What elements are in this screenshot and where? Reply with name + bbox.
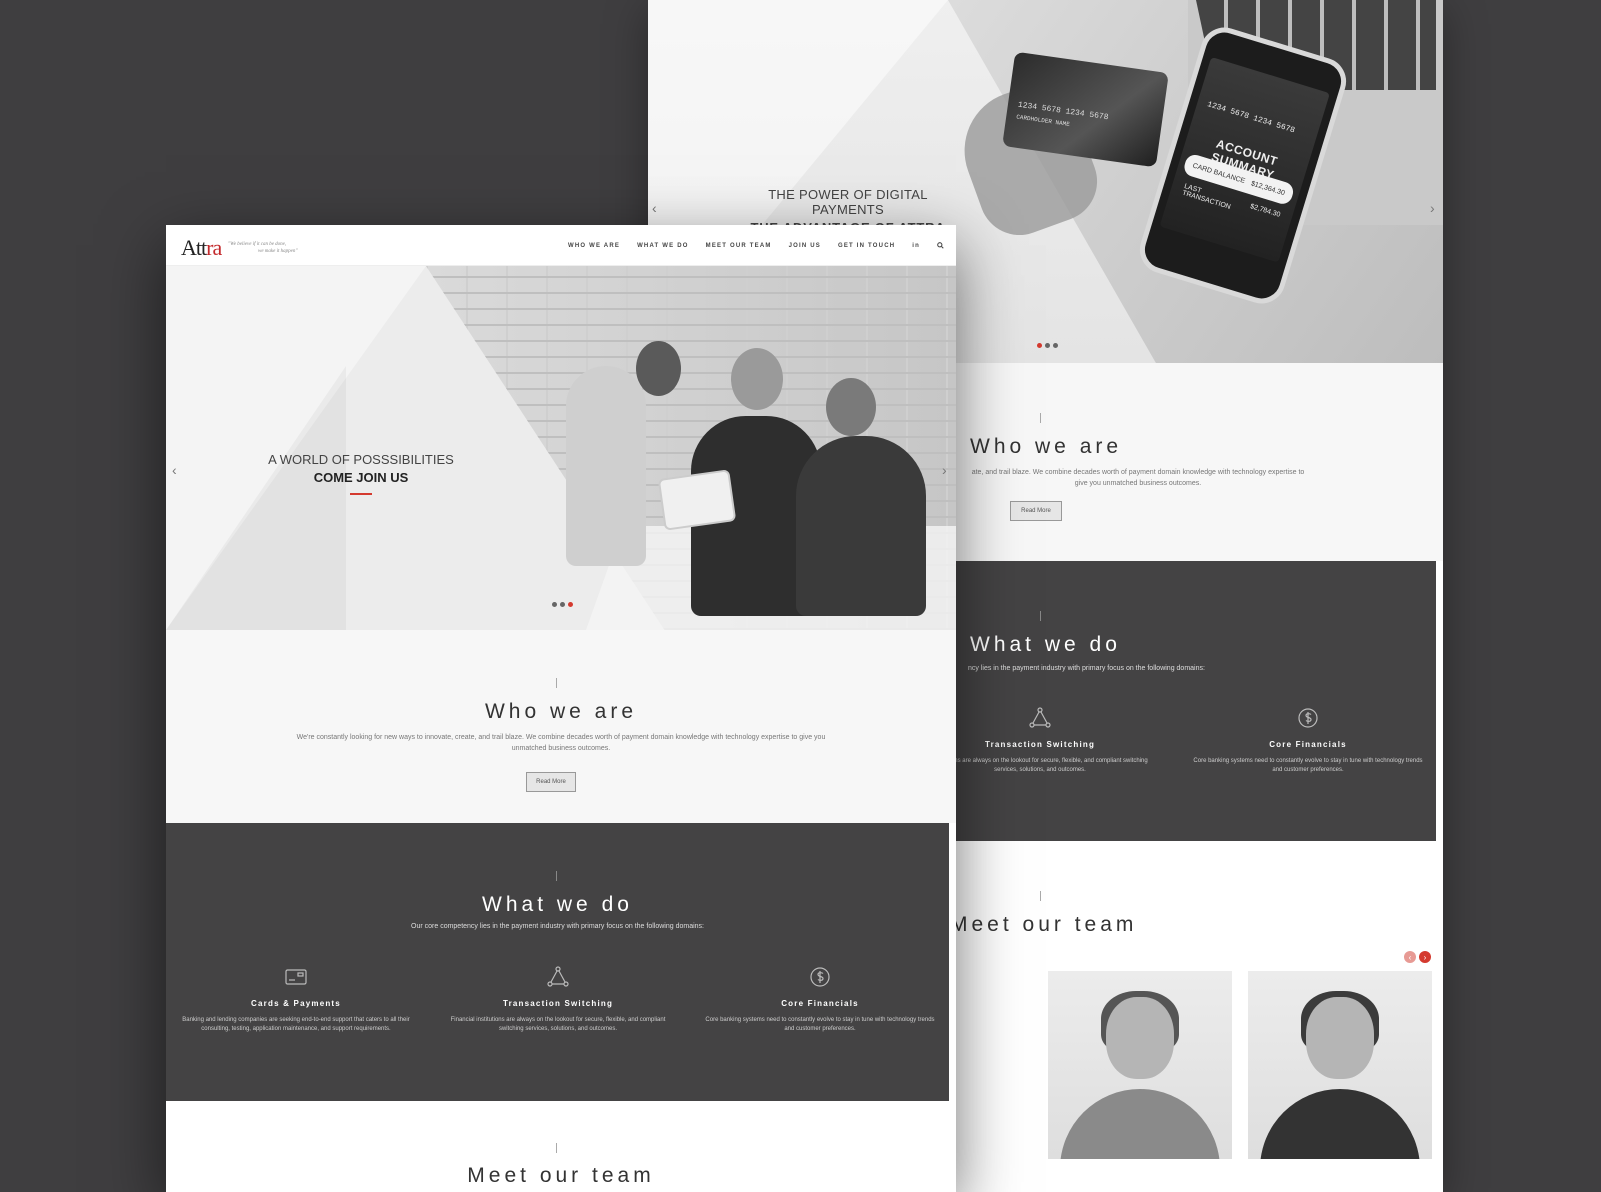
- hero-accent-bar: [350, 493, 372, 495]
- hero-prev-arrow[interactable]: ‹: [172, 462, 177, 478]
- section-title: What we do: [482, 893, 633, 916]
- logo-accent: ra: [206, 235, 222, 260]
- member-photo: [1106, 997, 1174, 1079]
- team-member-card[interactable]: [1048, 971, 1232, 1159]
- team-member-card[interactable]: [1248, 971, 1432, 1159]
- hero-caption: A WORLD OF POSSSIBILITIES COME JOIN US: [261, 452, 461, 495]
- read-more-button[interactable]: Read More: [526, 772, 576, 792]
- front-page-mockup: Attra "We believe if it can be done, we …: [166, 225, 956, 1192]
- section-title: Meet our team: [467, 1164, 655, 1187]
- section-divider: [556, 1143, 557, 1153]
- front-what-we-do-section: What we do Our core competency lies in t…: [166, 823, 949, 1101]
- slider-dot[interactable]: [552, 602, 557, 607]
- slider-dot[interactable]: [568, 602, 573, 607]
- member-body: [1060, 1089, 1220, 1159]
- person-image: [566, 366, 646, 566]
- slider-dot[interactable]: [1053, 343, 1058, 348]
- card-balance-value: $12,364.30: [1250, 179, 1286, 197]
- dollar-coin-icon: [810, 967, 830, 987]
- section-subtitle: Our core competency lies in the payment …: [411, 923, 704, 930]
- feature-title: Core Financials: [781, 999, 859, 1008]
- feature-title: Transaction Switching: [984, 740, 1096, 749]
- nav-join-us[interactable]: JOIN US: [789, 243, 821, 249]
- nav-meet-our-team[interactable]: MEET OUR TEAM: [706, 243, 772, 249]
- section-divider: [556, 678, 557, 688]
- section-divider: [1040, 891, 1041, 901]
- tablet-image: [657, 469, 737, 531]
- credit-card-icon: [285, 969, 307, 985]
- feature-core-financials: Core Financials Core banking systems nee…: [700, 965, 940, 1034]
- feature-text: Core banking systems need to constantly …: [705, 1017, 935, 1032]
- slider-dots: [1037, 343, 1058, 348]
- last-transaction-value: $2,784.30: [1249, 203, 1282, 219]
- hero-decor-triangle: [166, 366, 346, 630]
- feature-transaction-switching: Transaction Switching institutions are a…: [920, 706, 1160, 775]
- section-title: Who we are: [484, 700, 638, 723]
- section-text: We're constantly looking for new ways to…: [296, 734, 826, 752]
- network-icon: [547, 966, 569, 987]
- front-meet-our-team-section: Meet our team: [166, 1101, 956, 1192]
- tagline-line-2: we make it happen": [258, 249, 298, 254]
- feature-title: Transaction Switching: [502, 999, 614, 1008]
- feature-title: Cards & Payments: [251, 999, 341, 1008]
- person-image: [796, 436, 926, 616]
- hero-next-arrow[interactable]: ›: [1430, 200, 1435, 216]
- nav-what-we-do[interactable]: WHAT WE DO: [637, 243, 689, 249]
- person-head-image: [731, 348, 783, 410]
- section-text: ate, and trail blaze. We combine decades…: [971, 469, 1305, 487]
- hero-line-1: THE POWER OF DIGITAL PAYMENTS: [768, 187, 928, 217]
- feature-core-financials: Core Financials Core banking systems nee…: [1188, 706, 1428, 775]
- member-photo: [1306, 997, 1374, 1079]
- section-title: Meet our team: [950, 913, 1138, 936]
- feature-text: Core banking systems need to constantly …: [1193, 758, 1423, 773]
- hero-line-2: COME JOIN US: [313, 470, 409, 485]
- slider-dots: [552, 602, 573, 607]
- main-menu: WHO WE ARE WHAT WE DO MEET OUR TEAM JOIN…: [568, 225, 944, 266]
- nav-get-in-touch[interactable]: GET IN TOUCH: [838, 243, 895, 249]
- front-who-we-are-section: Who we are We're constantly looking for …: [166, 630, 956, 823]
- feature-cards-payments: Cards & Payments Banking and lending com…: [176, 965, 416, 1034]
- person-head-image: [636, 341, 681, 396]
- person-head-image: [826, 378, 876, 436]
- logo-text: Att: [181, 235, 207, 260]
- section-title: What we do: [970, 633, 1121, 656]
- phone-card-number: 1234 5678 1234 5678: [1205, 100, 1296, 136]
- section-divider: [556, 871, 557, 881]
- feature-text: Banking and lending companies are seekin…: [182, 1017, 410, 1032]
- network-icon: [1029, 707, 1051, 728]
- front-hero-slider: A WORLD OF POSSSIBILITIES COME JOIN US ‹…: [166, 266, 956, 630]
- feature-transaction-switching: Transaction Switching Financial institut…: [438, 965, 678, 1034]
- section-title: Who we are: [970, 435, 1123, 458]
- dollar-coin-icon: [1298, 708, 1318, 728]
- team-prev-button[interactable]: ‹: [1404, 951, 1416, 963]
- feature-title: Core Financials: [1269, 740, 1347, 749]
- slider-dot[interactable]: [1037, 343, 1042, 348]
- slider-dot[interactable]: [1045, 343, 1050, 348]
- tagline: "We believe if it can be done, we make i…: [228, 241, 297, 255]
- nav-who-we-are[interactable]: WHO WE ARE: [568, 243, 620, 249]
- section-divider: [1040, 413, 1041, 423]
- tagline-line-1: "We believe if it can be done,: [228, 242, 287, 247]
- feature-text: Financial institutions are always on the…: [450, 1017, 666, 1032]
- linkedin-icon[interactable]: in: [912, 243, 920, 249]
- read-more-button[interactable]: Read More: [1010, 501, 1062, 521]
- hero-prev-arrow[interactable]: ‹: [652, 200, 657, 216]
- feature-text: institutions are always on the lookout f…: [932, 758, 1148, 773]
- top-navigation: Attra "We believe if it can be done, we …: [166, 225, 956, 266]
- attra-logo[interactable]: Attra: [181, 235, 222, 261]
- member-body: [1260, 1089, 1420, 1159]
- team-next-button[interactable]: ›: [1419, 951, 1431, 963]
- section-subtitle: ncy lies in the payment industry with pr…: [968, 665, 1205, 672]
- search-icon[interactable]: [937, 242, 944, 249]
- section-divider: [1040, 611, 1041, 621]
- hero-line-1: A WORLD OF POSSSIBILITIES: [268, 452, 454, 467]
- hero-next-arrow[interactable]: ›: [942, 462, 947, 478]
- slider-dot[interactable]: [560, 602, 565, 607]
